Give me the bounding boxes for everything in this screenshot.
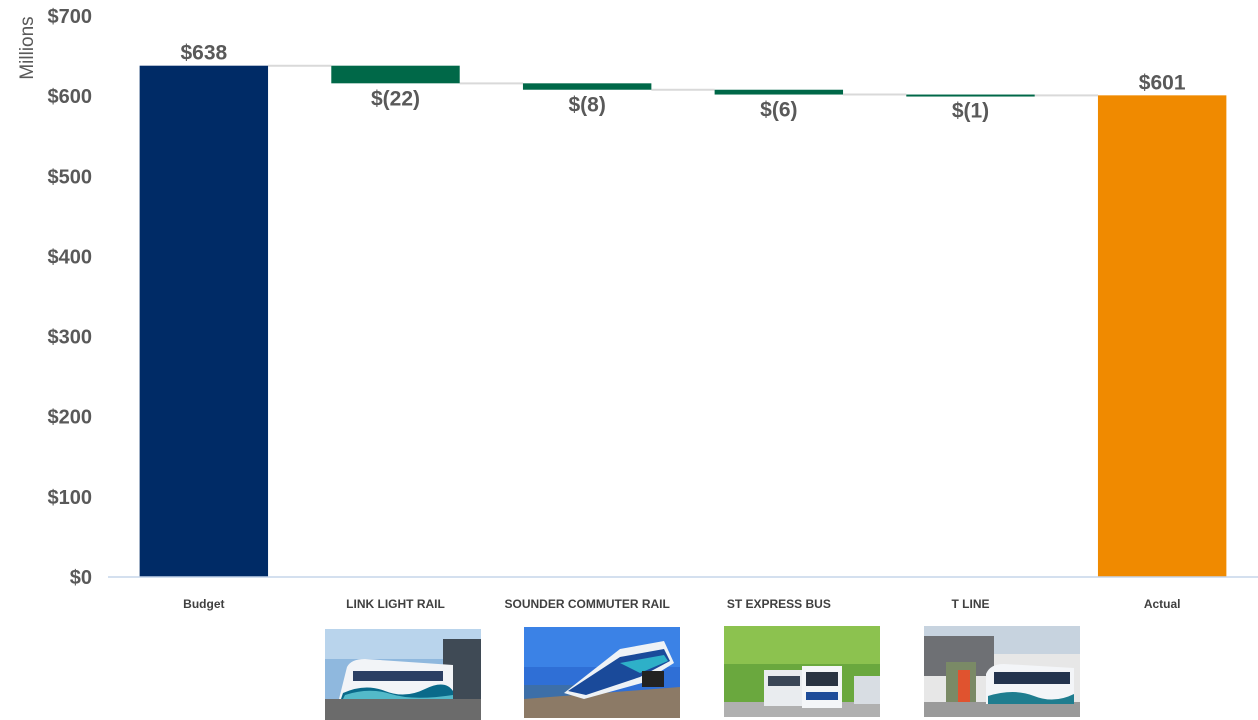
y-axis-unit-label: Millions (17, 16, 38, 79)
t-line-photo (924, 626, 1080, 717)
data-label: $638 (180, 42, 227, 65)
data-label: $(22) (371, 87, 420, 110)
bar-sounder-commuter-rail (522, 83, 652, 90)
x-axis: Budget LINK LIGHT RAIL SOUNDER COMMUTER RA… (183, 597, 1180, 611)
bar-link-light-rail (331, 65, 460, 84)
y-tick-label: $600 (48, 86, 93, 108)
bar-budget (139, 65, 269, 577)
y-tick-label: $0 (70, 567, 92, 589)
category-label: T LINE (952, 597, 990, 611)
bus-icon (724, 626, 880, 717)
bar-st-express-bus (714, 89, 844, 95)
bar-actual (1097, 95, 1227, 577)
category-label: ST EXPRESS BUS (727, 597, 831, 611)
data-label: $(8) (568, 94, 605, 117)
bars (139, 65, 1227, 577)
light-rail-photo (325, 629, 481, 720)
y-tick-label: $400 (48, 246, 93, 268)
category-label: Actual (1144, 597, 1181, 611)
bar-t-line (906, 94, 1035, 97)
waterfall-chart: Millions $0$100$200$300$400$500$600$700 … (17, 6, 1258, 611)
streetcar-icon (924, 626, 1080, 717)
y-tick-label: $300 (48, 327, 93, 349)
data-label: $(1) (952, 99, 989, 122)
commuter-train-icon (524, 627, 680, 718)
y-tick-label: $500 (48, 166, 93, 188)
category-label: SOUNDER COMMUTER RAIL (505, 597, 670, 611)
express-bus-photo (724, 626, 880, 717)
y-tick-label: $200 (48, 407, 93, 429)
light-rail-train-icon (325, 629, 481, 720)
data-label: $(6) (760, 99, 797, 122)
y-tick-label: $700 (48, 6, 93, 28)
data-labels: $638 $(22) $(8) $(6) $(1) $601 (180, 42, 1185, 123)
sounder-photo (524, 627, 680, 718)
y-axis: $0 $100 $200 $300 $400 $500 $600 $700 (48, 6, 93, 589)
category-label: LINK LIGHT RAIL (346, 597, 445, 611)
category-label: Budget (183, 597, 224, 611)
y-tick-label: $100 (48, 487, 93, 509)
data-label: $601 (1139, 71, 1186, 94)
